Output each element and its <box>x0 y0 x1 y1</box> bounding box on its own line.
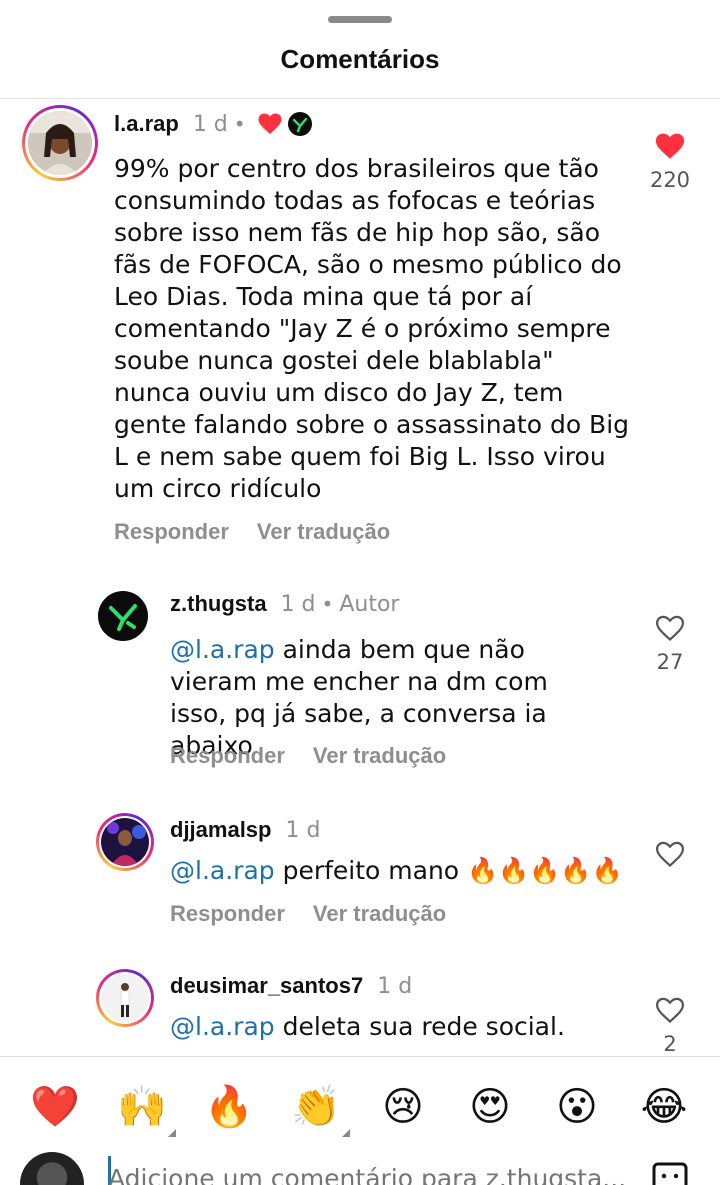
like-count: 2 <box>663 1032 677 1056</box>
avatar[interactable] <box>96 813 154 871</box>
sheet-title: Comentários <box>280 44 440 74</box>
reaction-crying-emoji[interactable]: 😢 <box>375 1079 431 1135</box>
comment-text: 99% por centro dos brasileiros que tão c… <box>114 154 630 503</box>
reply-button[interactable]: Responder <box>114 519 229 545</box>
mention-link[interactable]: @l.a.rap <box>170 635 275 664</box>
comment-time: 1 d <box>280 591 316 617</box>
author-badge: Autor <box>339 591 400 617</box>
meta-separator: • <box>233 112 246 136</box>
reaction-surprised-emoji[interactable]: 😮 <box>549 1079 605 1135</box>
like-heart-outline-icon[interactable] <box>640 615 700 646</box>
like-heart-outline-icon[interactable] <box>640 841 700 872</box>
skin-tone-variant-icon <box>342 1129 350 1137</box>
sticker-icon[interactable] <box>650 1160 690 1185</box>
like-heart-icon[interactable] <box>640 133 700 164</box>
comment-username[interactable]: l.a.rap <box>114 111 179 137</box>
translate-button[interactable]: Ver tradução <box>313 743 446 769</box>
comment-text: @l.a.rap perfeito mano 🔥🔥🔥🔥🔥 <box>170 856 623 885</box>
reaction-heart-eyes-emoji[interactable]: 😍 <box>462 1079 518 1135</box>
author-mini-avatar <box>287 112 312 136</box>
comment-composer <box>0 1148 720 1185</box>
comment-time: 1 d <box>377 973 413 999</box>
quick-reaction-bar: ❤️ 🙌 🔥 👏 😢 😍 😮 😂 <box>0 1056 720 1148</box>
reaction-raising-hands-emoji[interactable]: 🙌 <box>114 1079 176 1137</box>
comment-time: 1 d <box>192 111 228 137</box>
comment-text: @l.a.rap deleta sua rede social. <box>170 1012 565 1041</box>
comment-username[interactable]: djjamalsp <box>170 817 271 843</box>
like-count: 220 <box>649 168 691 192</box>
comments-list[interactable]: l.a.rap 1 d • 99% por centro dos brasile… <box>0 99 720 1056</box>
comment-input[interactable] <box>108 1158 628 1185</box>
avatar[interactable] <box>96 969 154 1027</box>
skin-tone-variant-icon <box>168 1129 176 1137</box>
reaction-heart-emoji[interactable]: ❤️ <box>27 1079 83 1135</box>
reaction-laughing-emoji[interactable]: 😂 <box>636 1079 692 1135</box>
translate-button[interactable]: Ver tradução <box>313 901 446 927</box>
comment-username[interactable]: z.thugsta <box>170 591 267 617</box>
sheet-drag-handle[interactable] <box>328 16 392 23</box>
avatar[interactable] <box>98 591 148 641</box>
like-heart-outline-icon[interactable] <box>640 997 700 1028</box>
reaction-clapping-emoji[interactable]: 👏 <box>288 1079 350 1137</box>
reaction-fire-emoji[interactable]: 🔥 <box>201 1079 257 1135</box>
reply-button[interactable]: Responder <box>170 901 285 927</box>
avatar[interactable] <box>22 105 98 181</box>
mention-link[interactable]: @l.a.rap <box>170 1012 275 1041</box>
translate-button[interactable]: Ver tradução <box>257 519 390 545</box>
comment-time: 1 d <box>285 817 321 843</box>
comment-username[interactable]: deusimar_santos7 <box>170 973 363 999</box>
mention-link[interactable]: @l.a.rap <box>170 856 275 885</box>
author-liked-heart-icon <box>258 113 282 135</box>
current-user-avatar <box>20 1152 84 1185</box>
like-count: 27 <box>656 650 684 674</box>
meta-separator: • <box>321 592 334 616</box>
reply-button[interactable]: Responder <box>170 743 285 769</box>
